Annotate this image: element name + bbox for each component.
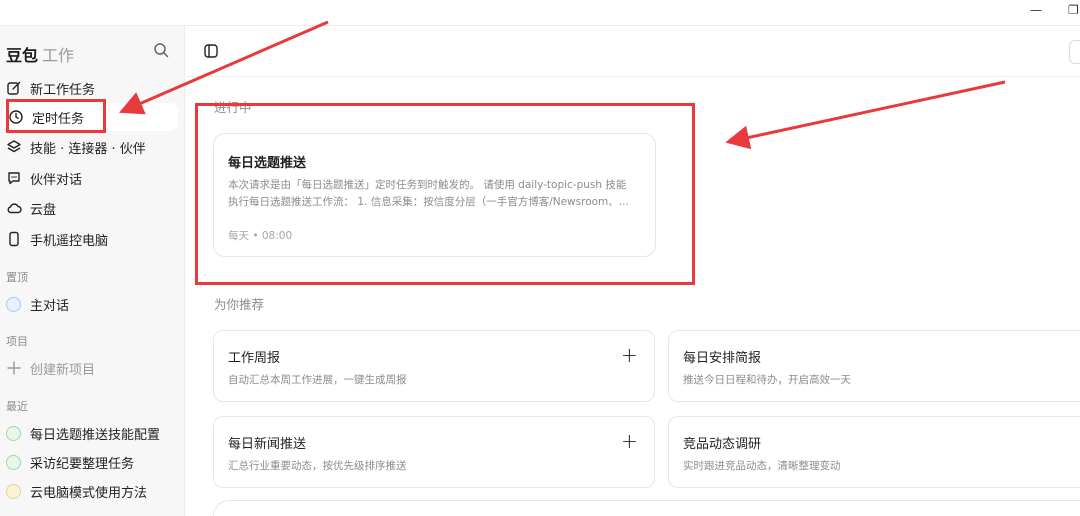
plus-icon [7,361,21,375]
recommend-title: 每日新闻推送 [228,437,307,452]
recent-item[interactable]: 采访纪要整理任务 [0,448,178,476]
section-label-recent: 最近 [6,400,28,413]
nav-phone-remote[interactable]: 手机遥控电脑 [0,225,178,253]
app-brand: 豆包 工作 [6,42,74,66]
recent-item[interactable]: 每日选题推送技能配置 [0,419,178,447]
section-label-pinned: 置顶 [6,271,28,284]
nav-cloud-drive[interactable]: 云盘 [0,194,178,222]
phone-icon [9,231,19,247]
chat-avatar-icon [6,425,21,441]
recommend-title: 竞品动态调研 [683,437,762,452]
nav-label: 伙伴对话 [30,172,83,188]
minimize-button[interactable]: — [1030,3,1042,17]
search-icon[interactable] [153,42,169,58]
chat-avatar-icon [6,483,21,499]
brand-sub: 工作 [42,46,75,65]
side-panel-button[interactable] [1069,40,1080,64]
pinned-item-main-chat[interactable]: 主对话 [0,290,178,318]
add-icon[interactable]: + [621,431,638,451]
pinned-label: 主对话 [30,298,70,314]
recent-label: 采访纪要整理任务 [30,456,135,472]
annotation-box-sidebar [6,99,106,133]
nav-label: 云盘 [30,202,57,218]
restore-button[interactable]: ❐ [1068,3,1079,17]
chat-icon [8,172,20,185]
nav-partner-chat[interactable]: 伙伴对话 [0,164,178,192]
section-label-projects: 项目 [6,335,28,348]
recent-item[interactable]: 云电脑模式使用方法 [0,477,178,505]
recent-label: 云电脑模式使用方法 [30,485,148,501]
recommend-desc: 自动汇总本周工作进展，一键生成周报 [228,374,407,386]
nav-new-task[interactable]: 新工作任务 [0,74,178,102]
header-divider [186,76,1080,77]
cloud-icon [7,203,22,214]
create-project-button[interactable]: 创建新项目 [0,354,178,382]
recommend-desc: 实时跟进竞品动态，清晰整理变动 [683,460,841,472]
recommend-card[interactable]: 每日新闻推送 汇总行业重要动态，按优先级排序推送 + [213,416,655,488]
recommend-title: 每日安排简报 [683,351,762,366]
recommend-card[interactable]: 工作周报 自动汇总本周工作进展，一键生成周报 + [213,330,655,402]
nav-skills-connectors[interactable]: 技能 · 连接器 · 伙伴 [0,133,178,161]
add-icon[interactable]: + [621,345,638,365]
nav-label: 技能 · 连接器 · 伙伴 [30,141,146,157]
brand-name: 豆包 [6,46,39,65]
chat-input-box[interactable] [213,500,1080,516]
recommend-desc: 推送今日日程和待办，开启高效一天 [683,374,851,386]
nav-label: 新工作任务 [30,82,96,98]
recommend-desc: 汇总行业重要动态，按优先级排序推送 [228,460,407,472]
layers-icon [7,140,21,153]
annotation-box-task [195,103,695,285]
create-project-label: 创建新项目 [30,362,96,378]
toggle-sidebar-icon[interactable] [204,44,218,58]
chat-avatar-icon [6,454,21,470]
recommend-card[interactable]: 每日安排简报 推送今日日程和待办，开启高效一天 [668,330,1080,402]
recommend-title: 工作周报 [228,351,281,366]
window-titlebar: — ❐ [0,0,1080,26]
section-recommend: 为你推荐 [214,297,265,312]
edit-icon [7,81,21,95]
chat-avatar-icon [6,296,21,312]
recent-label: 每日选题推送技能配置 [30,427,161,443]
recommend-card[interactable]: 竞品动态调研 实时跟进竞品动态，清晰整理变动 [668,416,1080,488]
nav-label: 手机遥控电脑 [30,233,109,249]
